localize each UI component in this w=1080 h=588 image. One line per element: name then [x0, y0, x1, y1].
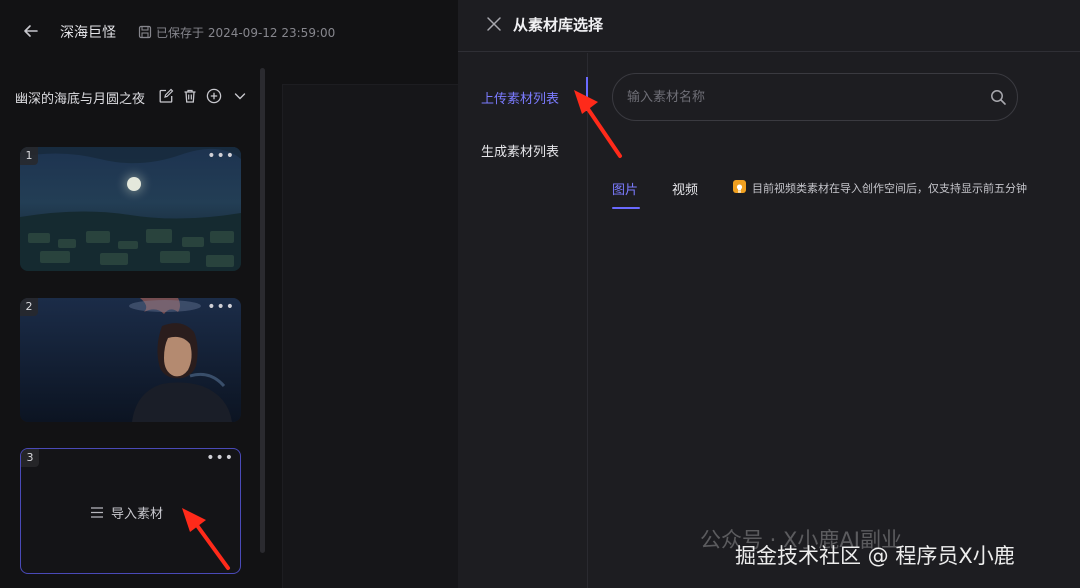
diver-underwater-image — [20, 298, 241, 422]
list-icon — [91, 507, 103, 518]
panel-title: 从素材库选择 — [513, 16, 604, 34]
edit-icon[interactable] — [158, 88, 174, 104]
import-label: 导入素材 — [111, 507, 164, 522]
scene-header: 幽深的海底与月圆之夜 — [0, 80, 262, 110]
material-side-nav: 上传素材列表 生成素材列表 — [458, 53, 588, 588]
card-number: 2 — [20, 298, 38, 316]
project-title[interactable]: 深海巨怪 — [60, 22, 116, 42]
editor-topbar: 深海巨怪 已保存于 2024-09-12 23:59:00 — [0, 0, 458, 64]
close-icon[interactable] — [486, 16, 502, 32]
panel-header: 从素材库选择 — [458, 0, 1080, 52]
scene-card-1[interactable]: 1 ••• — [20, 147, 241, 271]
tab-videos[interactable]: 视频 — [672, 179, 698, 198]
card-number: 1 — [20, 147, 38, 165]
scene-card-2[interactable]: 2 ••• — [20, 298, 241, 422]
save-icon — [138, 24, 152, 39]
nav-uploaded-materials[interactable]: 上传素材列表 — [481, 88, 559, 107]
search-box[interactable] — [612, 73, 1018, 121]
search-input[interactable] — [627, 86, 967, 108]
trash-icon[interactable] — [182, 88, 198, 104]
editor-area: 深海巨怪 已保存于 2024-09-12 23:59:00 幽深的海底与月圆之夜… — [0, 0, 458, 588]
canvas-area — [282, 84, 458, 588]
video-tip-text: 目前视频类素材在导入创作空间后，仅支持显示前五分钟 — [752, 182, 1027, 195]
scene-card-3[interactable]: 3 ••• 导入素材 — [20, 448, 241, 574]
lightbulb-icon — [733, 180, 746, 193]
watermark-line-2: 掘金技术社区 @ 程序员X小鹿 — [735, 544, 1015, 568]
search-icon[interactable] — [990, 89, 1007, 106]
tab-active-underline — [612, 207, 640, 209]
scene-title: 幽深的海底与月圆之夜 — [15, 92, 146, 107]
moonlit-underwater-image — [20, 147, 241, 271]
material-library-panel: 从素材库选择 上传素材列表 生成素材列表 图片 视频 目前视频类素材在导入创作空… — [458, 0, 1080, 588]
nav-generated-materials[interactable]: 生成素材列表 — [481, 141, 559, 160]
scrollbar[interactable] — [260, 68, 265, 553]
chevron-down-icon[interactable] — [232, 88, 248, 104]
card-number: 3 — [21, 449, 39, 467]
more-icon[interactable]: ••• — [207, 300, 235, 314]
import-material-button[interactable]: 导入素材 — [91, 503, 163, 522]
add-circle-icon[interactable] — [206, 88, 222, 104]
tab-images[interactable]: 图片 — [612, 179, 638, 198]
nav-active-indicator — [586, 77, 588, 111]
more-icon[interactable]: ••• — [207, 149, 235, 163]
more-icon[interactable]: ••• — [206, 451, 234, 465]
saved-status: 已保存于 2024-09-12 23:59:00 — [156, 26, 336, 40]
back-arrow-icon[interactable] — [20, 20, 42, 42]
